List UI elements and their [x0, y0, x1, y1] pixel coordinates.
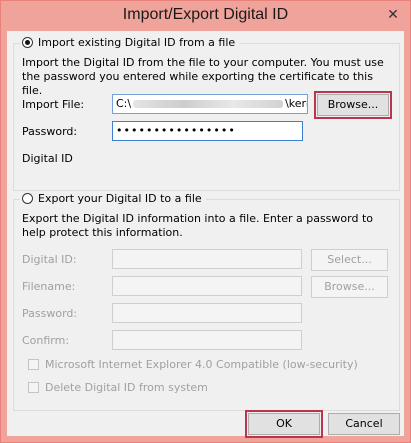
ie-compat-checkbox-option[interactable]: Microsoft Internet Explorer 4.0 Compatib…	[28, 358, 358, 371]
export-password-input[interactable]	[112, 303, 302, 323]
import-file-input[interactable]: C:\ \kerne	[112, 94, 308, 114]
dialog-body: Import existing Digital ID from a file I…	[7, 31, 404, 438]
export-radio-label: Export your Digital ID to a file	[38, 192, 202, 205]
import-browse-button[interactable]: Browse...	[314, 91, 392, 119]
import-radio-option[interactable]: Import existing Digital ID from a file	[20, 36, 240, 49]
export-digital-id-input[interactable]	[112, 249, 302, 269]
import-file-label: Import File:	[22, 98, 85, 111]
export-digital-id-label: Digital ID:	[22, 253, 77, 266]
import-description: Import the Digital ID from the file to y…	[22, 56, 384, 97]
export-radio-option[interactable]: Export your Digital ID to a file	[20, 192, 206, 205]
dialog-title: Import/Export Digital ID	[122, 6, 289, 23]
select-button[interactable]: Select...	[311, 249, 388, 271]
import-digital-id-label: Digital ID	[22, 152, 73, 165]
import-file-path-start: C:\	[116, 97, 132, 110]
export-group: Export your Digital ID to a file Export …	[13, 192, 400, 411]
delete-id-checkbox[interactable]	[28, 382, 39, 393]
export-description: Export the Digital ID information into a…	[22, 212, 373, 239]
export-password-label: Password:	[22, 307, 78, 320]
delete-id-label: Delete Digital ID from system	[45, 381, 208, 394]
filename-input[interactable]	[112, 276, 302, 296]
export-browse-button[interactable]: Browse...	[311, 276, 388, 298]
delete-id-checkbox-option[interactable]: Delete Digital ID from system	[28, 381, 208, 394]
confirm-input[interactable]	[112, 330, 302, 350]
title-bar[interactable]: Import/Export Digital ID ✕	[1, 1, 410, 31]
import-file-path-end: \kerne	[285, 97, 307, 110]
import-radio-label: Import existing Digital ID from a file	[38, 36, 236, 49]
ok-button[interactable]: OK	[245, 410, 323, 438]
close-icon[interactable]: ✕	[382, 5, 404, 25]
export-radio[interactable]	[22, 193, 33, 204]
cancel-button[interactable]: Cancel	[328, 413, 400, 435]
import-radio[interactable]	[22, 37, 33, 48]
import-group: Import existing Digital ID from a file I…	[13, 36, 400, 191]
password-label: Password:	[22, 125, 78, 138]
password-input[interactable]: ••••••••••••••••	[112, 121, 303, 141]
ie-compat-label: Microsoft Internet Explorer 4.0 Compatib…	[45, 358, 358, 371]
ie-compat-checkbox[interactable]	[28, 359, 39, 370]
confirm-label: Confirm:	[22, 334, 70, 347]
dialog-window: Import/Export Digital ID ✕ Import existi…	[0, 0, 411, 443]
redacted-path	[133, 100, 284, 108]
filename-label: Filename:	[22, 280, 76, 293]
